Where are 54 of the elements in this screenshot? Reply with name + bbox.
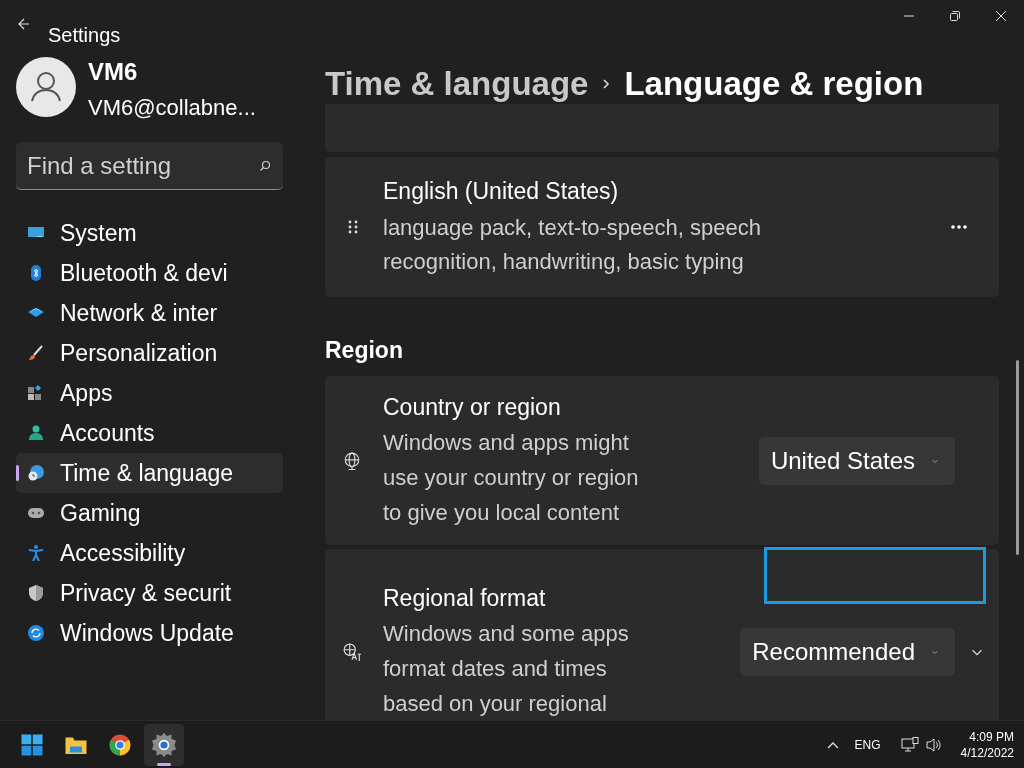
clock-icon — [28, 465, 44, 481]
setting-description: Windows and some apps format dates and times based on your regional — [383, 620, 630, 718]
volume-icon[interactable] — [924, 736, 943, 753]
account-email: VM6@collabne... — [88, 94, 256, 122]
setting-description: Windows and apps might use your country or region to give you local content — [383, 428, 640, 527]
brush-icon — [28, 345, 44, 361]
chevron-up-icon[interactable] — [826, 740, 839, 749]
globe-icon — [343, 451, 361, 470]
close-icon[interactable] — [996, 11, 1006, 21]
nav-item[interactable]: Apps — [16, 373, 283, 413]
nav-item[interactable]: Bluetooth & devi — [16, 253, 283, 293]
person-icon — [28, 425, 44, 441]
nav-item[interactable]: System — [16, 213, 283, 253]
accessibility-icon — [28, 545, 44, 561]
nav-item[interactable]: Windows Update — [16, 613, 283, 653]
bluetooth-icon — [28, 265, 44, 281]
nav-item[interactable]: Network & inter — [16, 293, 283, 333]
dropdown[interactable]: United States — [758, 436, 955, 485]
gamepad-icon — [28, 505, 44, 521]
language-features: language pack, text-to-speech, speech recognition, handwriting, basic typing — [383, 213, 762, 276]
shield-icon — [28, 585, 44, 601]
breadcrumb-parent[interactable]: Time & language — [325, 64, 589, 104]
language-name: English (United States) — [383, 176, 620, 206]
nav-item[interactable]: Accessibility — [16, 533, 283, 573]
page-title: Language & region — [624, 64, 924, 104]
section-heading: Region — [325, 336, 404, 364]
dropdown[interactable]: Recommended — [740, 628, 955, 676]
maximize-icon[interactable] — [950, 11, 960, 21]
start-icon — [20, 732, 44, 757]
language-format-icon — [343, 643, 361, 661]
avatar-icon — [16, 57, 76, 117]
nav-item[interactable]: Personalization — [16, 333, 283, 373]
account-name: VM6 — [88, 57, 139, 87]
clock-time[interactable]: 4:09 PM — [969, 728, 1014, 745]
scrollbar-thumb[interactable] — [1016, 360, 1019, 555]
setting-title: Regional format — [383, 584, 547, 613]
sync-icon — [28, 625, 44, 641]
nav-item[interactable]: Accounts — [16, 413, 283, 453]
nav-item[interactable]: Privacy & securit — [16, 573, 283, 613]
clock-date[interactable]: 4/12/2022 — [960, 744, 1014, 761]
search-icon[interactable] — [259, 160, 271, 172]
nav-item[interactable]: Gaming — [16, 493, 283, 533]
window-title: Settings — [48, 23, 121, 48]
apps-icon — [28, 385, 44, 401]
search-field[interactable]: Find a setting — [16, 142, 283, 190]
browser-icon — [108, 732, 132, 757]
back-arrow-icon[interactable] — [18, 18, 30, 30]
taskbar-app[interactable] — [144, 723, 184, 766]
nav-item[interactable]: Time & language — [16, 453, 283, 493]
gear-icon — [152, 732, 176, 757]
network-icon[interactable] — [900, 736, 919, 753]
chevron-icon — [602, 78, 611, 90]
setting-title: Country or region — [383, 392, 562, 422]
input-language[interactable]: ENG — [854, 735, 881, 754]
